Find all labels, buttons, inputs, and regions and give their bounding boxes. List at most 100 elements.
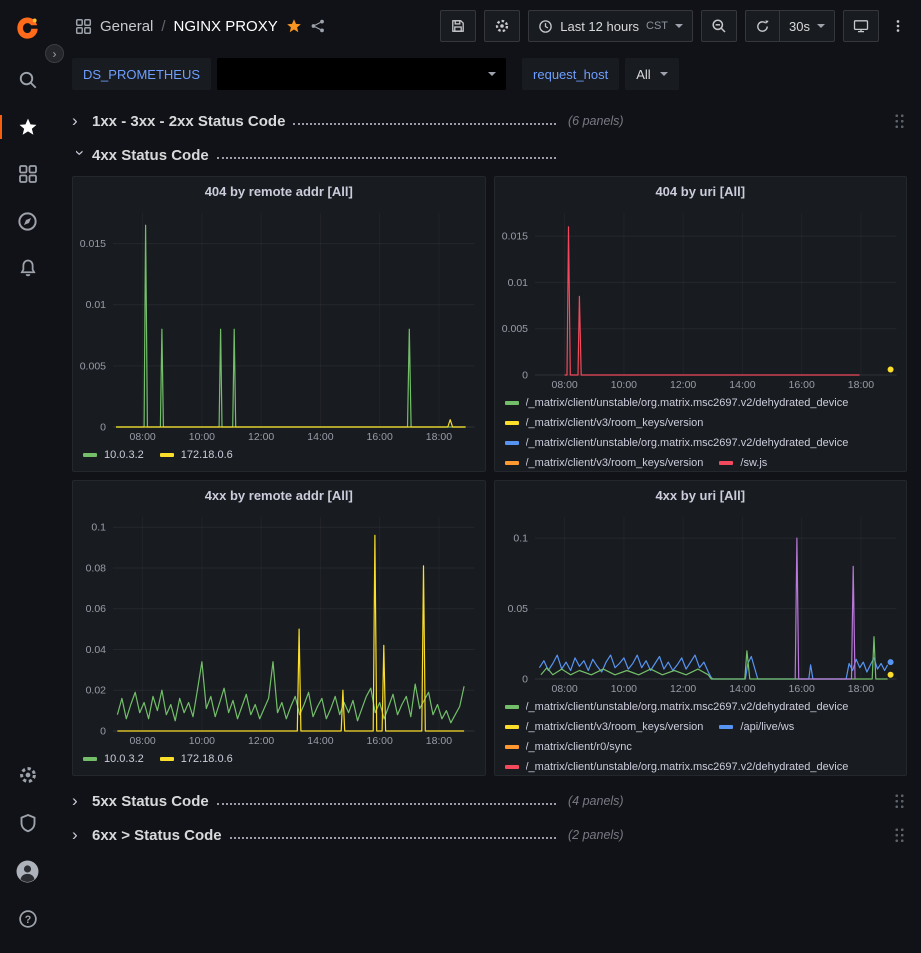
time-range-picker[interactable]: Last 12 hours CST bbox=[528, 10, 693, 42]
svg-text:10:00: 10:00 bbox=[610, 683, 636, 695]
drag-handle-icon[interactable] bbox=[894, 827, 905, 844]
legend-label: /api/live/ws bbox=[740, 717, 794, 737]
dotted-leader bbox=[293, 123, 556, 125]
svg-text:?: ? bbox=[24, 914, 30, 926]
svg-text:10:00: 10:00 bbox=[189, 431, 215, 443]
svg-text:0.01: 0.01 bbox=[507, 277, 528, 289]
sidebar: ? bbox=[0, 0, 55, 953]
row-header-6xx[interactable]: › 6xx > Status Code (2 panels) bbox=[72, 820, 907, 850]
request-host-select[interactable]: All bbox=[625, 58, 678, 90]
row-title: 4xx Status Code bbox=[92, 147, 209, 164]
share-icon[interactable] bbox=[310, 18, 326, 34]
time-series-chart: 08:0010:0012:0014:0016:0018:0000.0050.01… bbox=[73, 205, 485, 443]
panel-title[interactable]: 404 by uri [All] bbox=[495, 177, 907, 205]
datasource-label[interactable]: DS_PROMETHEUS bbox=[72, 58, 211, 90]
sidebar-item-explore-compass-icon[interactable] bbox=[0, 201, 55, 241]
breadcrumb: General / NGINX PROXY bbox=[75, 18, 326, 35]
legend-item[interactable]: 172.18.0.6 bbox=[160, 445, 233, 465]
svg-text:0.01: 0.01 bbox=[86, 299, 107, 311]
server-admin-shield-icon[interactable] bbox=[0, 803, 55, 843]
legend: 10.0.3.2 172.18.0.6 bbox=[73, 443, 485, 471]
svg-text:0.1: 0.1 bbox=[91, 522, 106, 534]
refresh-interval-select[interactable]: 30s bbox=[780, 10, 835, 42]
datasource-variable: DS_PROMETHEUS bbox=[72, 58, 506, 90]
refresh-button[interactable] bbox=[745, 10, 780, 42]
svg-text:0.05: 0.05 bbox=[507, 603, 528, 615]
datasource-select[interactable] bbox=[217, 58, 506, 90]
settings-gear-icon[interactable] bbox=[0, 755, 55, 795]
svg-text:0: 0 bbox=[100, 422, 106, 434]
favorite-star-icon[interactable] bbox=[286, 18, 302, 34]
panel-title[interactable]: 404 by remote addr [All] bbox=[73, 177, 485, 205]
panel-title[interactable]: 4xx by remote addr [All] bbox=[73, 481, 485, 509]
legend-item[interactable]: /_matrix/client/unstable/org.matrix.msc2… bbox=[505, 697, 849, 717]
drag-handle-icon[interactable] bbox=[894, 793, 905, 810]
chevron-down-icon bbox=[675, 24, 683, 28]
legend-label: /_matrix/client/unstable/org.matrix.msc2… bbox=[526, 757, 849, 775]
legend-label: /_matrix/client/v3/room_keys/version bbox=[526, 717, 704, 737]
user-avatar[interactable] bbox=[0, 851, 55, 891]
legend-item[interactable]: 10.0.3.2 bbox=[83, 749, 144, 769]
chevron-right-icon: › bbox=[72, 111, 92, 131]
row-header-4xx[interactable]: › 4xx Status Code bbox=[72, 140, 907, 170]
legend-item[interactable]: /sw.js bbox=[719, 453, 767, 471]
legend-item[interactable]: /_matrix/client/v3/room_keys/version bbox=[505, 413, 704, 433]
legend-item[interactable]: /_matrix/client/unstable/org.matrix.msc2… bbox=[505, 433, 849, 453]
sidebar-item-dashboards[interactable] bbox=[0, 154, 55, 194]
refresh-interval-label: 30s bbox=[789, 19, 810, 34]
svg-text:08:00: 08:00 bbox=[129, 735, 155, 747]
search-icon[interactable] bbox=[0, 60, 55, 100]
legend-marker-icon bbox=[83, 453, 97, 457]
legend-item[interactable]: /_matrix/client/v3/room_keys/version bbox=[505, 453, 704, 471]
legend-item[interactable]: /_matrix/client/r0/sync bbox=[505, 737, 632, 757]
legend-item[interactable]: 10.0.3.2 bbox=[83, 445, 144, 465]
panel-title[interactable]: 4xx by uri [All] bbox=[495, 481, 907, 509]
svg-text:08:00: 08:00 bbox=[551, 683, 577, 695]
legend-item[interactable]: /_matrix/client/unstable/org.matrix.msc2… bbox=[505, 757, 849, 775]
legend-item[interactable]: /api/live/ws bbox=[719, 717, 794, 737]
breadcrumb-section[interactable]: General bbox=[100, 18, 153, 35]
sidebar-item-starred[interactable] bbox=[0, 107, 55, 147]
top-navbar: General / NGINX PROXY bbox=[55, 0, 921, 52]
svg-text:16:00: 16:00 bbox=[367, 431, 393, 443]
svg-text:12:00: 12:00 bbox=[248, 735, 274, 747]
svg-text:0.06: 0.06 bbox=[86, 603, 107, 615]
help-icon[interactable]: ? bbox=[0, 899, 55, 939]
row-panel-count: (2 panels) bbox=[568, 828, 624, 842]
save-dashboard-button[interactable] bbox=[440, 10, 476, 42]
svg-text:0: 0 bbox=[522, 674, 528, 686]
legend-item[interactable]: /_matrix/client/v3/room_keys/version bbox=[505, 717, 704, 737]
page-title[interactable]: NGINX PROXY bbox=[174, 18, 278, 35]
request-host-label[interactable]: request_host bbox=[522, 58, 619, 90]
row-title: 6xx > Status Code bbox=[92, 827, 222, 844]
legend-item[interactable]: 172.18.0.6 bbox=[160, 749, 233, 769]
kebab-menu-icon[interactable] bbox=[887, 10, 909, 42]
legend-marker-icon bbox=[505, 421, 519, 425]
svg-text:0.02: 0.02 bbox=[86, 685, 107, 697]
legend-marker-icon bbox=[719, 725, 733, 729]
time-range-label: Last 12 hours bbox=[560, 19, 639, 34]
svg-text:0.005: 0.005 bbox=[501, 323, 527, 335]
sidebar-expand-button[interactable]: › bbox=[45, 44, 64, 63]
request-host-value: All bbox=[636, 67, 650, 82]
drag-handle-icon[interactable] bbox=[894, 113, 905, 130]
dashboard-settings-button[interactable] bbox=[484, 10, 520, 42]
legend: 10.0.3.2 172.18.0.6 bbox=[73, 747, 485, 775]
panel: 4xx by uri [All]08:0010:0012:0014:0016:0… bbox=[494, 480, 908, 776]
grafana-logo-icon[interactable] bbox=[0, 10, 55, 46]
svg-text:0.005: 0.005 bbox=[80, 360, 106, 372]
legend-marker-icon bbox=[505, 725, 519, 729]
legend: /_matrix/client/unstable/org.matrix.msc2… bbox=[495, 695, 907, 775]
svg-text:0: 0 bbox=[522, 370, 528, 382]
row-header-1xx-3xx-2xx[interactable]: › 1xx - 3xx - 2xx Status Code (6 panels) bbox=[72, 106, 907, 136]
zoom-out-time-button[interactable] bbox=[701, 10, 737, 42]
legend-label: 172.18.0.6 bbox=[181, 445, 233, 465]
row-header-5xx[interactable]: › 5xx Status Code (4 panels) bbox=[72, 786, 907, 816]
cycle-view-monitor-button[interactable] bbox=[843, 10, 879, 42]
main-area: General / NGINX PROXY bbox=[55, 0, 921, 953]
legend-item[interactable]: /_matrix/client/unstable/org.matrix.msc2… bbox=[505, 393, 849, 413]
legend-label: /_matrix/client/v3/room_keys/version bbox=[526, 413, 704, 433]
grafana-app: ? › General / NGINX PROXY bbox=[0, 0, 921, 953]
svg-text:12:00: 12:00 bbox=[670, 379, 696, 391]
sidebar-item-alerting-bell-icon[interactable] bbox=[0, 248, 55, 288]
